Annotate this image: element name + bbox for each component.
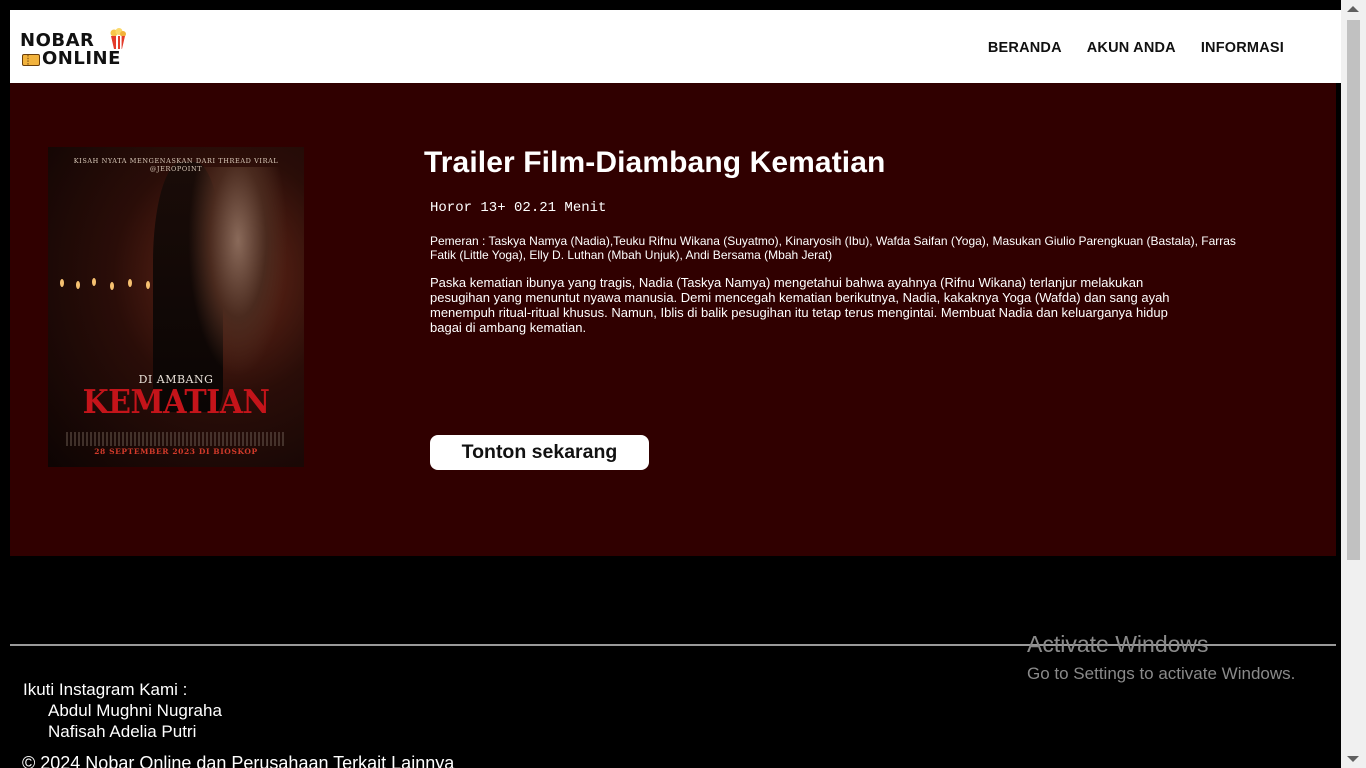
film-synopsis: Paska kematian ibunya yang tragis, Nadia…: [430, 275, 1170, 335]
scroll-up-arrow-icon[interactable]: [1347, 6, 1359, 12]
ticket-icon: [22, 54, 40, 66]
poster-credits-block: [66, 432, 286, 446]
instagram-label: Ikuti Instagram Kami :: [23, 680, 188, 699]
watch-now-button[interactable]: Tonton sekarang: [430, 435, 649, 470]
activate-windows-subtitle: Go to Settings to activate Windows.: [1027, 664, 1296, 683]
poster-figure-face: [188, 167, 288, 377]
activate-windows-title: Activate Windows: [1027, 631, 1209, 657]
film-cast: Pemeran : Taskya Namya (Nadia),Teuku Rif…: [430, 234, 1236, 262]
page-scrollbar[interactable]: [1341, 0, 1366, 768]
scroll-thumb[interactable]: [1347, 20, 1360, 560]
popcorn-icon: [110, 28, 126, 49]
film-title: Trailer Film-Diambang Kematian: [424, 146, 886, 179]
film-meta: Horor 13+ 02.21 Menit: [430, 200, 607, 216]
site-header: NOBAR ONLINE BERANDA AKUN ANDA INFORMASI: [10, 10, 1341, 83]
copyright-text: © 2024 Nobar Online dan Perusahaan Terka…: [22, 753, 455, 768]
film-poster: KISAH NYATA MENGENASKAN DARI THREAD VIRA…: [48, 147, 304, 467]
main-nav: BERANDA AKUN ANDA INFORMASI: [988, 40, 1284, 56]
poster-title: KEMATIAN: [82, 383, 270, 422]
candles-graphic: [60, 278, 150, 290]
poster-tagline: KISAH NYATA MENGENASKAN DARI THREAD VIRA…: [73, 157, 279, 173]
film-detail-panel: KISAH NYATA MENGENASKAN DARI THREAD VIRA…: [10, 83, 1336, 556]
logo-text-line2: ONLINE: [42, 48, 121, 69]
scroll-down-arrow-icon[interactable]: [1347, 756, 1359, 762]
site-logo[interactable]: NOBAR ONLINE: [20, 28, 132, 70]
instagram-name-2[interactable]: Nafisah Adelia Putri: [48, 722, 196, 742]
poster-release-date: 28 SEPTEMBER 2023 DI BIOSKOP: [94, 447, 258, 456]
instagram-name-1[interactable]: Abdul Mughni Nugraha: [48, 701, 222, 721]
nav-akun-anda[interactable]: AKUN ANDA: [1087, 40, 1176, 56]
nav-beranda[interactable]: BERANDA: [988, 40, 1062, 56]
nav-informasi[interactable]: INFORMASI: [1201, 40, 1284, 56]
